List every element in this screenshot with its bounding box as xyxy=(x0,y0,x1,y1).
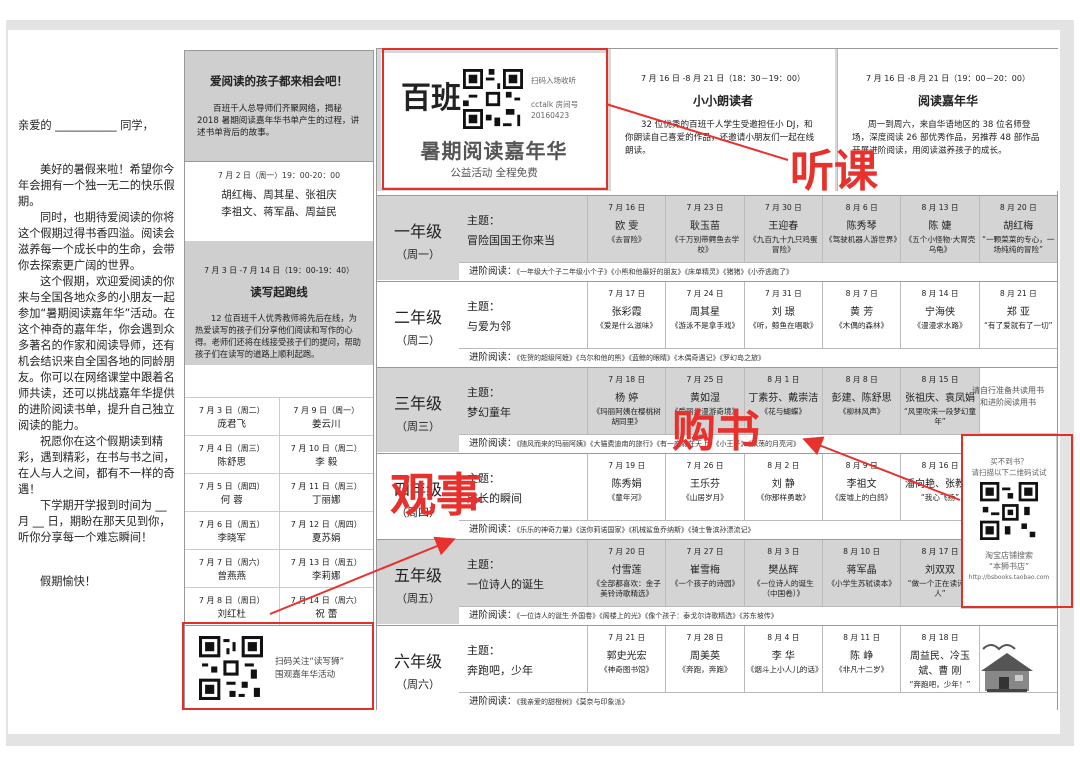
annotation-arrows xyxy=(269,103,961,615)
listen-arrow xyxy=(605,103,789,161)
watch-arrow xyxy=(269,536,456,615)
buy-arrow xyxy=(802,436,961,501)
